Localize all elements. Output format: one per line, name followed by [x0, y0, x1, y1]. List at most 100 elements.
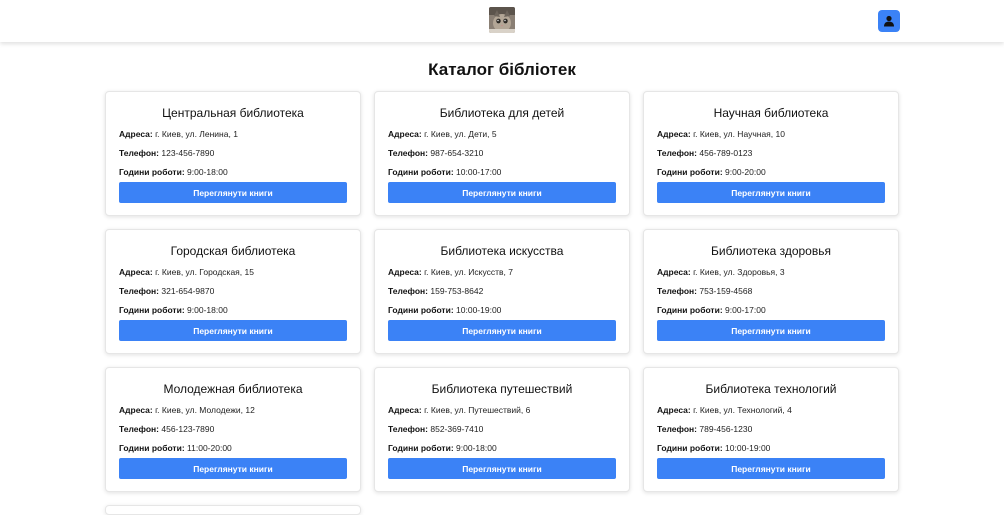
- library-card: Библиотека здоровья Адреса: г. Киев, ул.…: [643, 229, 899, 354]
- library-card: Библиотека путешествий Адреса: г. Киев, …: [374, 367, 630, 492]
- library-address: Адреса: г. Киев, ул. Научная, 10: [657, 128, 885, 140]
- hours-value: 9:00-20:00: [725, 167, 766, 177]
- library-card: Библиотека искусства Адреса: г. Киев, ул…: [374, 229, 630, 354]
- library-hours: Години роботи: 9:00-18:00: [119, 304, 347, 316]
- phone-label: Телефон:: [388, 424, 428, 434]
- library-card: Библиотека для детей Адреса: г. Киев, ул…: [374, 91, 630, 216]
- address-value: г. Киев, ул. Городская, 15: [155, 267, 254, 277]
- library-card: Библиотека технологий Адреса: г. Киев, у…: [643, 367, 899, 492]
- library-hours: Години роботи: 9:00-20:00: [657, 166, 885, 178]
- library-hours: Години роботи: 10:00-19:00: [388, 304, 616, 316]
- address-label: Адреса:: [119, 129, 153, 139]
- phone-label: Телефон:: [119, 286, 159, 296]
- library-name: Научная библиотека: [713, 106, 829, 120]
- phone-label: Телефон:: [119, 424, 159, 434]
- cat-photo-logo-icon[interactable]: [489, 7, 515, 33]
- hours-label: Години роботи:: [119, 443, 185, 453]
- view-books-button[interactable]: Переглянути книги: [119, 182, 347, 203]
- library-hours: Години роботи: 9:00-17:00: [657, 304, 885, 316]
- library-address: Адреса: г. Киев, ул. Дети, 5: [388, 128, 616, 140]
- phone-value: 789-456-1230: [699, 424, 753, 434]
- view-books-button[interactable]: Переглянути книги: [388, 182, 616, 203]
- library-address: Адреса: г. Киев, ул. Молодежи, 12: [119, 404, 347, 416]
- hours-label: Години роботи:: [388, 443, 454, 453]
- library-address: Адреса: г. Киев, ул. Ленина, 1: [119, 128, 347, 140]
- hours-label: Години роботи:: [119, 305, 185, 315]
- hours-label: Години роботи:: [657, 443, 723, 453]
- view-books-button[interactable]: Переглянути книги: [388, 320, 616, 341]
- library-card: Городская библиотека Адреса: г. Киев, ул…: [105, 229, 361, 354]
- phone-label: Телефон:: [657, 424, 697, 434]
- address-value: г. Киев, ул. Путешествий, 6: [424, 405, 531, 415]
- view-books-button[interactable]: Переглянути книги: [657, 458, 885, 479]
- library-hours: Години роботи: 9:00-18:00: [119, 166, 347, 178]
- library-address: Адреса: г. Киев, ул. Технологий, 4: [657, 404, 885, 416]
- library-phone: Телефон: 789-456-1230: [657, 423, 885, 435]
- library-name: Библиотека для детей: [439, 106, 565, 120]
- address-label: Адреса:: [388, 405, 422, 415]
- address-label: Адреса:: [119, 267, 153, 277]
- phone-value: 852-369-7410: [430, 424, 484, 434]
- library-name: Библиотека технологий: [705, 382, 837, 396]
- library-hours: Години роботи: 9:00-18:00: [388, 442, 616, 454]
- library-hours: Години роботи: 10:00-17:00: [388, 166, 616, 178]
- user-icon: [884, 15, 894, 27]
- library-card: Научная библиотека Адреса: г. Киев, ул. …: [643, 91, 899, 216]
- library-card-partial: [105, 505, 361, 515]
- library-phone: Телефон: 123-456-7890: [119, 147, 347, 159]
- library-grid: Центральная библиотека Адреса: г. Киев, …: [105, 91, 899, 492]
- phone-label: Телефон:: [388, 286, 428, 296]
- hours-value: 10:00-17:00: [456, 167, 502, 177]
- phone-value: 321-654-9870: [161, 286, 215, 296]
- library-address: Адреса: г. Киев, ул. Здоровья, 3: [657, 266, 885, 278]
- address-value: г. Киев, ул. Ленина, 1: [155, 129, 238, 139]
- view-books-button[interactable]: Переглянути книги: [388, 458, 616, 479]
- hours-value: 9:00-18:00: [187, 167, 228, 177]
- library-phone: Телефон: 753-159-4568: [657, 285, 885, 297]
- hours-label: Години роботи:: [657, 167, 723, 177]
- address-label: Адреса:: [388, 129, 422, 139]
- hours-value: 10:00-19:00: [725, 443, 771, 453]
- top-header: [0, 0, 1004, 42]
- library-name: Городская библиотека: [170, 244, 296, 258]
- hours-value: 10:00-19:00: [456, 305, 502, 315]
- phone-value: 456-123-7890: [161, 424, 215, 434]
- phone-label: Телефон:: [388, 148, 428, 158]
- library-hours: Години роботи: 11:00-20:00: [119, 442, 347, 454]
- hours-value: 9:00-18:00: [456, 443, 497, 453]
- phone-value: 987-654-3210: [430, 148, 484, 158]
- profile-button[interactable]: [878, 10, 900, 32]
- address-label: Адреса:: [657, 267, 691, 277]
- hours-label: Години роботи:: [388, 167, 454, 177]
- hours-label: Години роботи:: [657, 305, 723, 315]
- library-hours: Години роботи: 10:00-19:00: [657, 442, 885, 454]
- address-value: г. Киев, ул. Искусств, 7: [424, 267, 513, 277]
- library-card: Центральная библиотека Адреса: г. Киев, …: [105, 91, 361, 216]
- library-name: Библиотека искусства: [440, 244, 564, 258]
- library-name: Библиотека здоровья: [711, 244, 831, 258]
- library-address: Адреса: г. Киев, ул. Путешествий, 6: [388, 404, 616, 416]
- phone-label: Телефон:: [119, 148, 159, 158]
- phone-value: 456-789-0123: [699, 148, 753, 158]
- library-address: Адреса: г. Киев, ул. Искусств, 7: [388, 266, 616, 278]
- address-value: г. Киев, ул. Технологий, 4: [693, 405, 792, 415]
- hours-label: Години роботи:: [119, 167, 185, 177]
- view-books-button[interactable]: Переглянути книги: [119, 458, 347, 479]
- library-address: Адреса: г. Киев, ул. Городская, 15: [119, 266, 347, 278]
- phone-value: 753-159-4568: [699, 286, 753, 296]
- library-phone: Телефон: 159-753-8642: [388, 285, 616, 297]
- address-label: Адреса:: [388, 267, 422, 277]
- hours-label: Години роботи:: [388, 305, 454, 315]
- view-books-button[interactable]: Переглянути книги: [657, 182, 885, 203]
- address-value: г. Киев, ул. Научная, 10: [693, 129, 785, 139]
- address-label: Адреса:: [119, 405, 153, 415]
- address-value: г. Киев, ул. Здоровья, 3: [693, 267, 785, 277]
- view-books-button[interactable]: Переглянути книги: [119, 320, 347, 341]
- view-books-button[interactable]: Переглянути книги: [657, 320, 885, 341]
- library-name: Библиотека путешествий: [431, 382, 573, 396]
- phone-value: 123-456-7890: [161, 148, 215, 158]
- hours-value: 9:00-17:00: [725, 305, 766, 315]
- phone-label: Телефон:: [657, 286, 697, 296]
- address-label: Адреса:: [657, 129, 691, 139]
- hours-value: 9:00-18:00: [187, 305, 228, 315]
